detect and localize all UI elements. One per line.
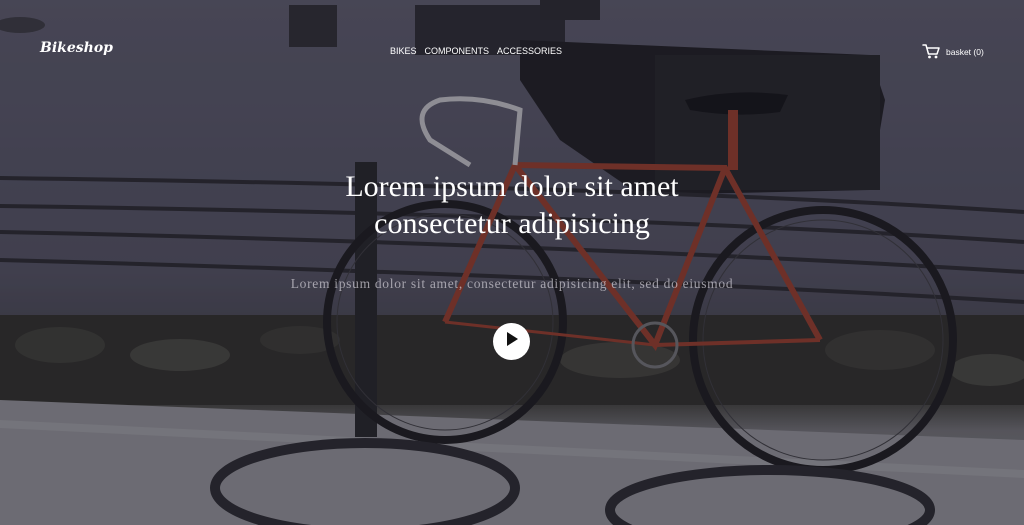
basket-link[interactable]: basket (0): [922, 43, 984, 61]
nav-item-bikes[interactable]: BIKES: [390, 46, 417, 56]
hero-headline: Lorem ipsum dolor sit amet consectetur a…: [262, 168, 762, 242]
play-video-button[interactable]: [493, 323, 530, 360]
cart-icon: [922, 43, 940, 61]
play-icon: [505, 331, 519, 352]
nav-item-components[interactable]: COMPONENTS: [425, 46, 490, 56]
hero-section: Bikeshop BIKES COMPONENTS ACCESSORIES ba…: [0, 0, 1024, 525]
navbar: Bikeshop BIKES COMPONENTS ACCESSORIES ba…: [0, 0, 1024, 100]
main-nav: BIKES COMPONENTS ACCESSORIES: [390, 46, 562, 56]
hero-headline-line-2: consectetur adipisicing: [374, 207, 650, 240]
hero-headline-line-1: Lorem ipsum dolor sit amet: [345, 170, 679, 203]
basket-label: basket (0): [946, 47, 984, 57]
nav-item-accessories[interactable]: ACCESSORIES: [497, 46, 562, 56]
hero-subtitle: Lorem ipsum dolor sit amet, consectetur …: [290, 276, 734, 291]
brand-logo[interactable]: Bikeshop: [40, 40, 113, 56]
